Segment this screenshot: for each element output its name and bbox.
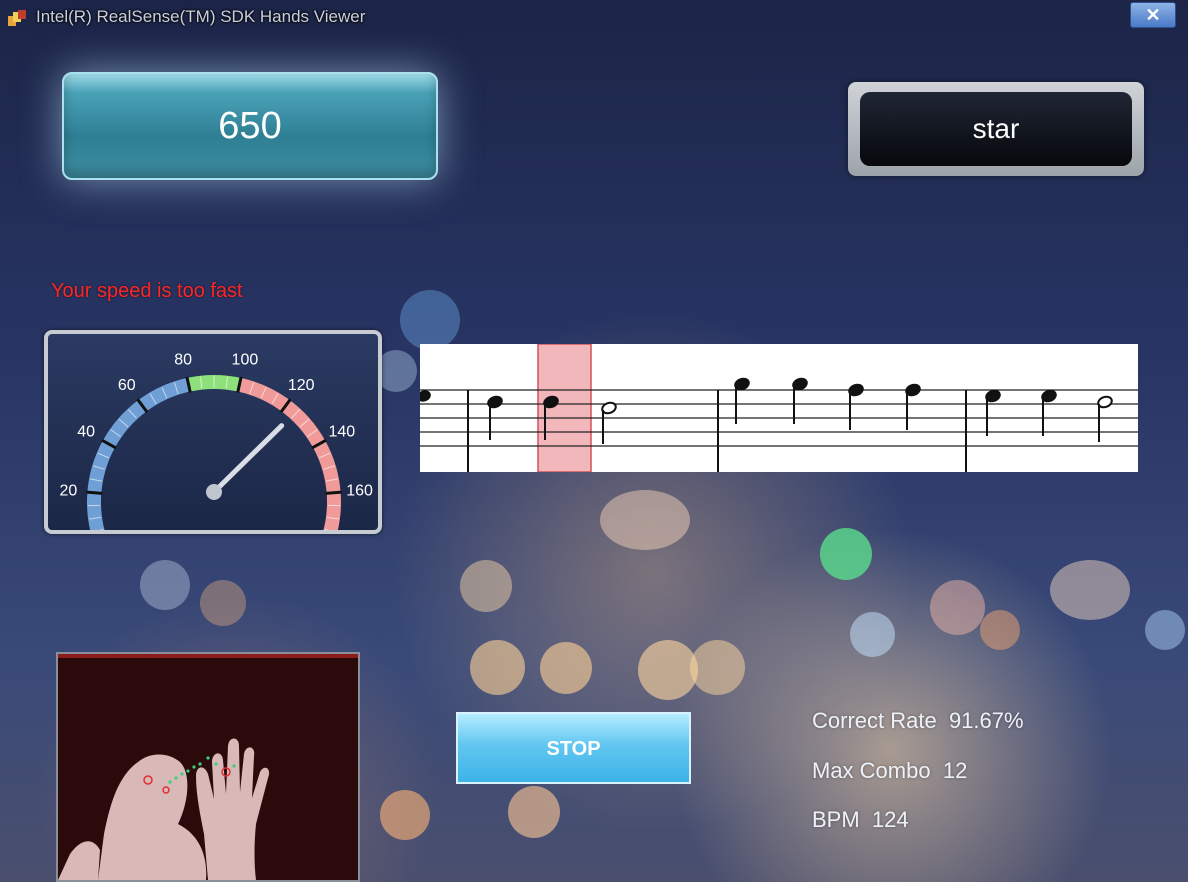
gauge-tick-label: 100 (232, 351, 259, 368)
note (417, 390, 431, 402)
hand-tracking-view (58, 738, 270, 880)
bpm: BPM 124 (812, 807, 909, 833)
speed-warning: Your speed is too fast (51, 280, 243, 302)
window-title: Intel(R) RealSense(TM) SDK Hands Viewer (36, 7, 366, 26)
correct-rate: Correct Rate 91.67% (812, 708, 1024, 734)
gauge-tick-label: 140 (328, 423, 355, 440)
note (734, 377, 750, 424)
music-staff (417, 343, 1138, 473)
gauge-tick-label: 40 (77, 423, 95, 440)
gauge-needle (211, 423, 285, 495)
note (905, 383, 921, 430)
rank-display: star (860, 92, 1132, 166)
gauge-dial: 020406080100120140160180 (60, 351, 373, 530)
camera-preview (56, 652, 360, 882)
bpm-value: 124 (871, 807, 909, 832)
score-panel: 650 (62, 72, 438, 180)
gauge-tick-label: 160 (346, 483, 373, 500)
close-button[interactable]: ✕ (1130, 2, 1176, 28)
gauge-tick-label: 80 (174, 351, 192, 368)
note (985, 389, 1001, 436)
correct-rate-label: Correct Rate (812, 708, 937, 733)
score-value: 650 (218, 104, 282, 147)
gauge-tick-label: 20 (60, 483, 78, 500)
title-bar: Intel(R) RealSense(TM) SDK Hands Viewer … (0, 0, 1188, 34)
gauge-tick-label: 120 (288, 377, 315, 394)
gauge-major-tick (86, 490, 103, 495)
correct-rate-value: 91.67% (948, 708, 1024, 733)
gauge-tick-label: 60 (118, 377, 136, 394)
app-icon (8, 10, 26, 26)
close-icon: ✕ (1145, 4, 1161, 25)
max-combo-label: Max Combo (812, 758, 931, 783)
rank-label: star (972, 113, 1020, 144)
note (1041, 389, 1057, 436)
gauge-hub (206, 484, 222, 500)
stop-button[interactable]: STOP (456, 712, 691, 784)
note (601, 401, 617, 444)
bpm-label: BPM (812, 807, 860, 832)
rank-panel: star (848, 82, 1144, 176)
note (848, 383, 864, 430)
gauge-major-tick (325, 490, 342, 495)
camera-border-top (58, 654, 358, 658)
max-combo: Max Combo 12 (812, 758, 967, 784)
max-combo-value: 12 (942, 758, 968, 783)
note (792, 377, 808, 424)
stop-button-label: STOP (546, 738, 601, 760)
speed-gauge: 020406080100120140160180 (44, 330, 382, 534)
